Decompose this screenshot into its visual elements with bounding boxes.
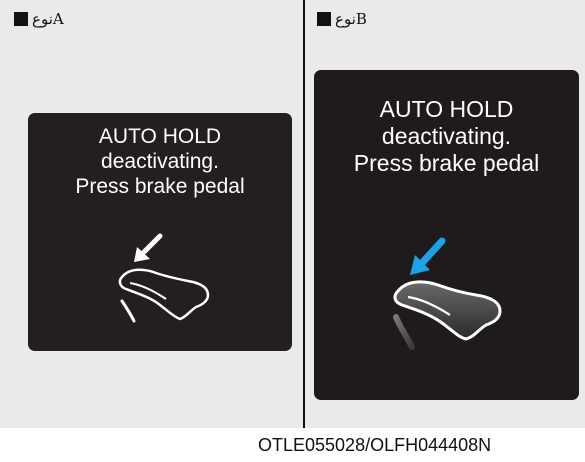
brake-pedal-foot-icon <box>393 237 502 350</box>
cluster-display-type-b: AUTO HOLD deactivating. Press brake peda… <box>314 70 579 400</box>
message-line-1: AUTO HOLD <box>98 125 222 148</box>
auto-hold-message: AUTO HOLD deactivating. Press brake peda… <box>28 125 292 199</box>
image-reference-code: OTLE055028/OLFH044408N <box>258 435 492 455</box>
message-line-3: Press brake pedal <box>75 174 245 198</box>
message-line-1: AUTO HOLD <box>379 96 514 122</box>
type-a-text: نوعA <box>32 10 64 28</box>
message-line-2: deactivating. <box>101 149 219 173</box>
brake-pedal-foot-icon <box>118 233 210 323</box>
message-line-2: deactivating. <box>381 123 512 150</box>
square-bullet-icon <box>317 12 331 26</box>
type-b-text: نوعB <box>335 10 367 28</box>
type-a-label: نوعA <box>14 10 64 28</box>
square-bullet-icon <box>14 12 28 26</box>
auto-hold-message: AUTO HOLD deactivating. Press brake peda… <box>314 96 579 177</box>
down-left-arrow-icon <box>134 233 163 262</box>
panel-divider <box>303 0 305 428</box>
message-line-3: Press brake pedal <box>353 150 540 177</box>
type-b-label: نوعB <box>317 10 367 28</box>
down-left-arrow-icon <box>410 237 446 275</box>
cluster-display-type-a: AUTO HOLD deactivating. Press brake peda… <box>28 113 292 351</box>
